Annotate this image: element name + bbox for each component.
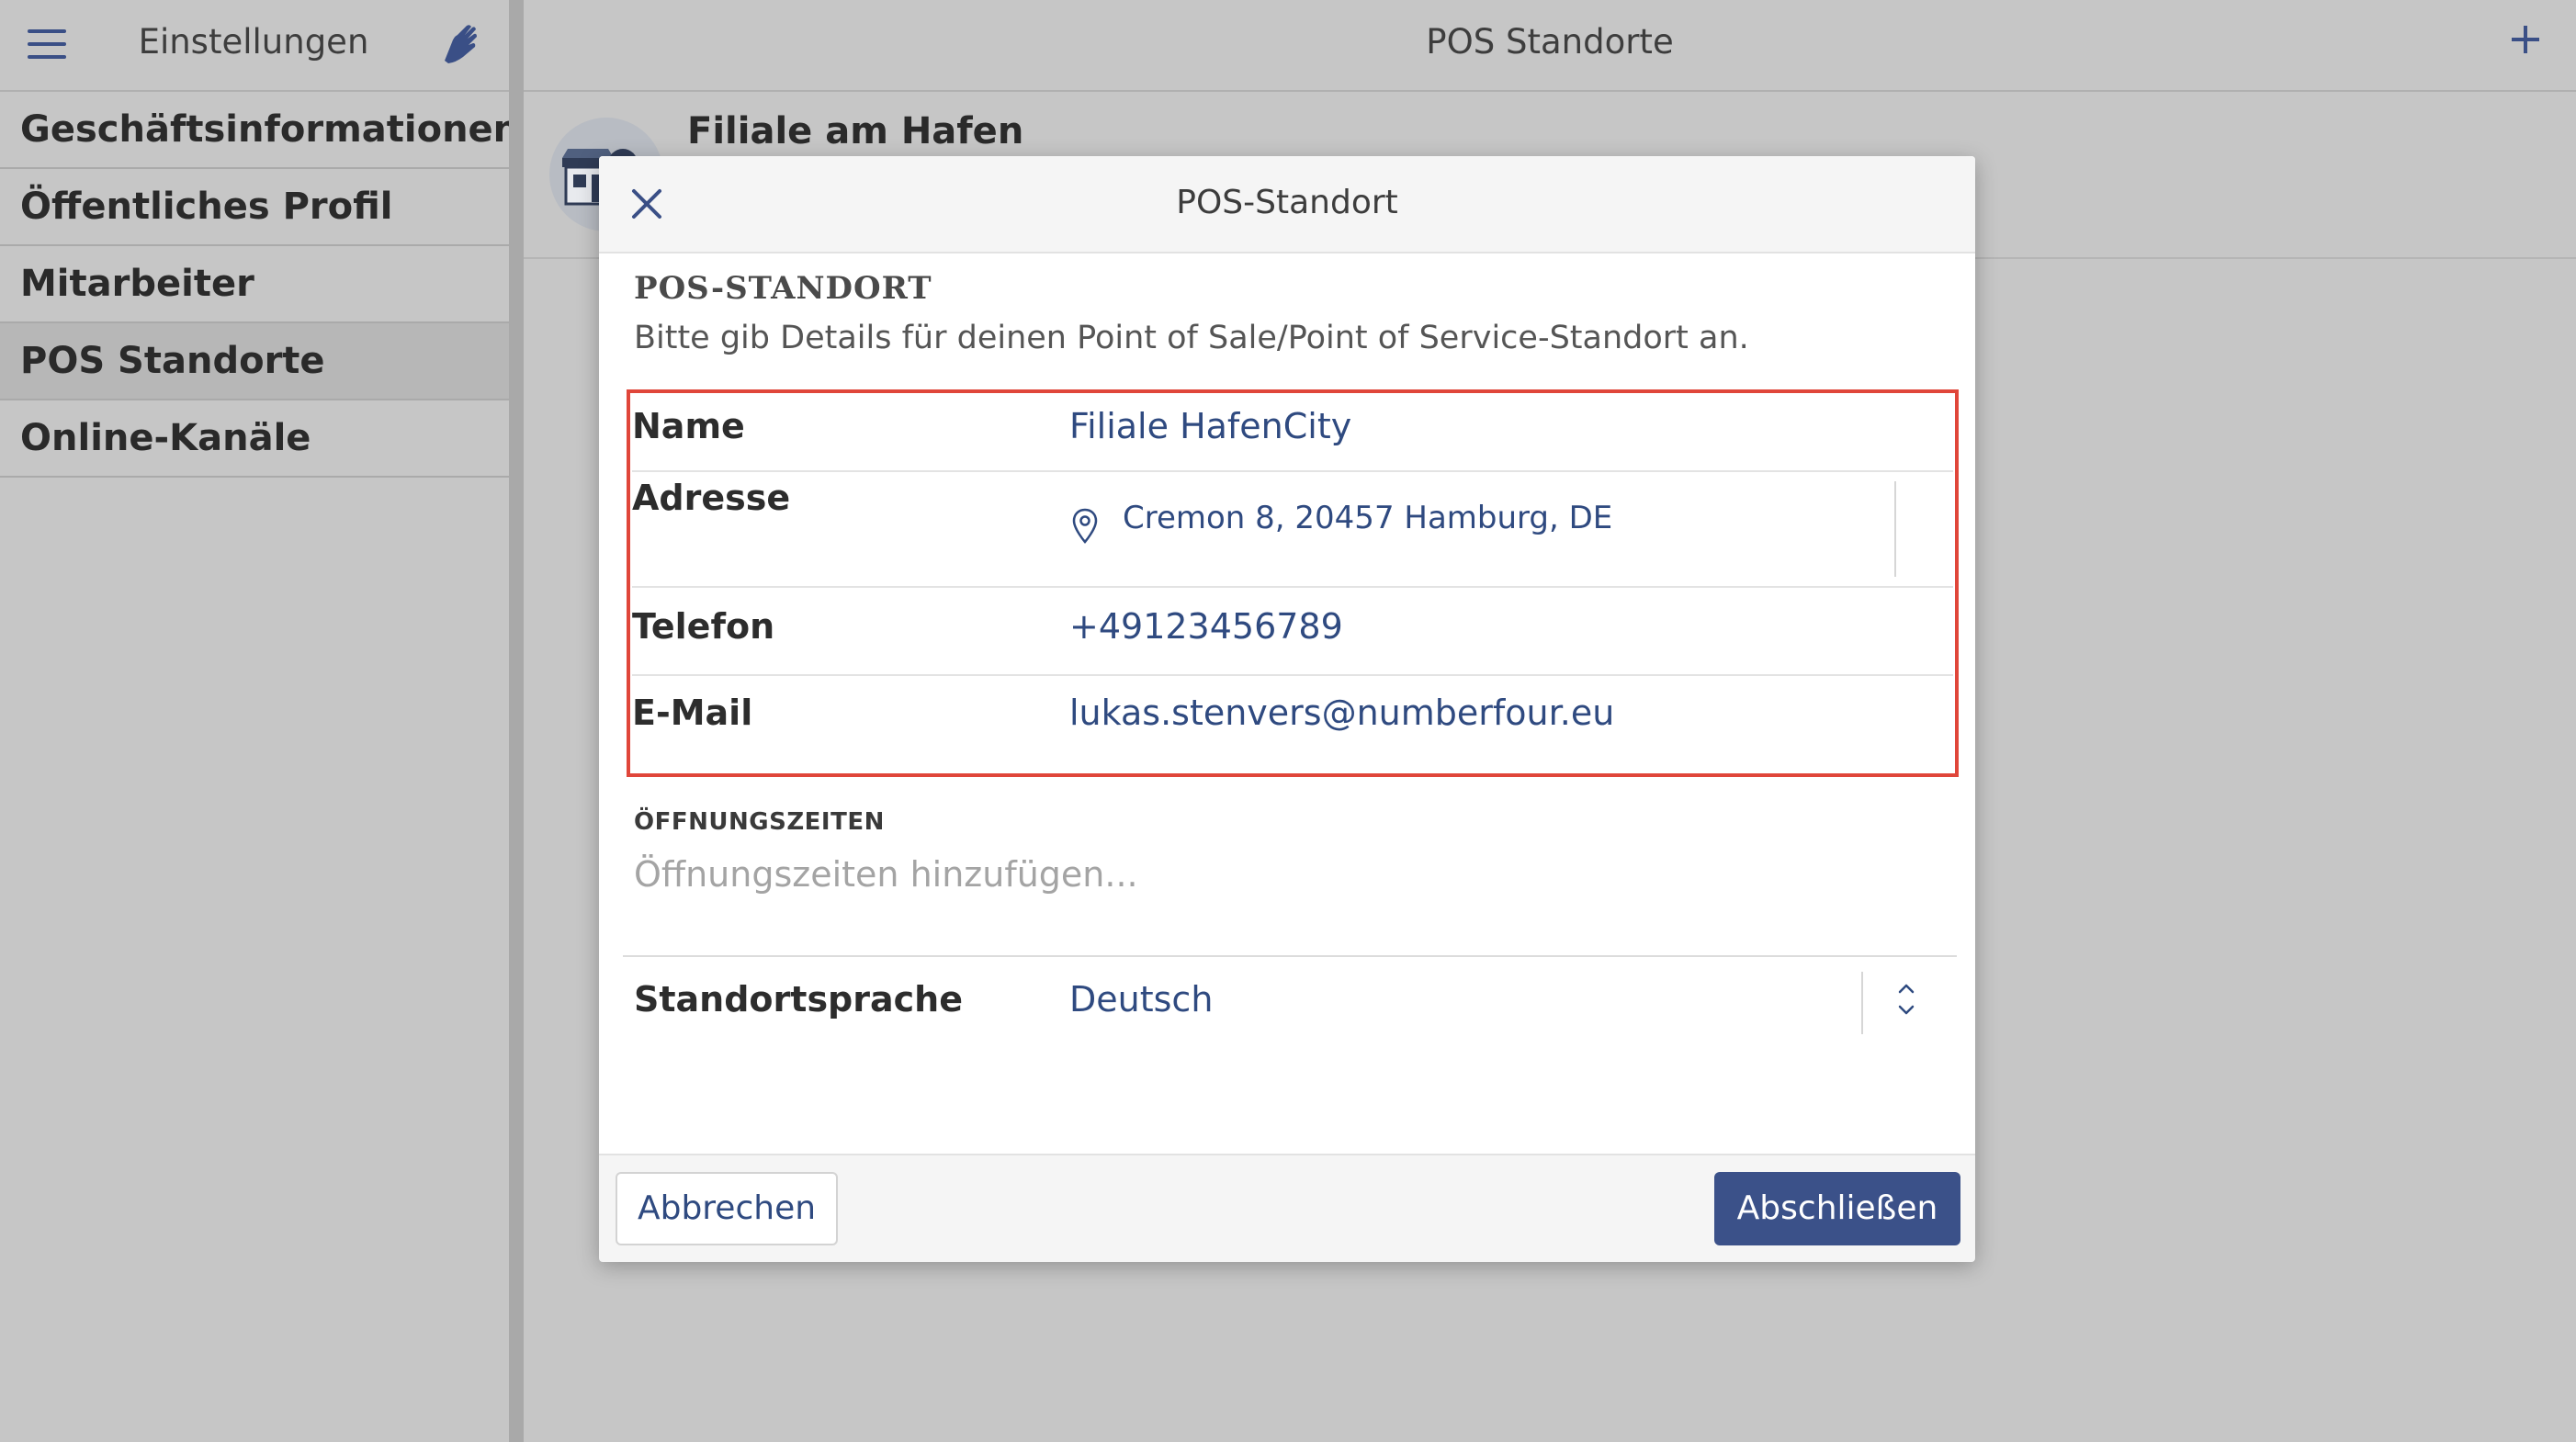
chevron-up-down-icon[interactable] [1894,975,1918,1023]
dialog-title: POS-Standort [1176,184,1398,221]
divider [623,955,1957,957]
hand-logo-icon [445,25,477,63]
finish-button[interactable]: Abschließen [1714,1172,1960,1245]
page-title: POS Standorte [1426,22,1674,62]
opening-hours-input[interactable]: Öffnungszeiten hinzufügen... [634,854,1920,895]
add-location-plus-icon[interactable] [2512,26,2539,53]
section-title: POS-STANDORT [634,270,932,307]
location-title: Filiale am Hafen [687,110,1024,152]
location-language-select[interactable]: Deutsch [1069,979,1213,1020]
sidebar-item-geschaeftsinformationen[interactable]: Geschäftsinformationen [0,92,509,169]
highlight-box [627,389,1959,777]
sidebar-item-online-kanaele[interactable]: Online-Kanäle [0,400,509,478]
language-separator [1861,972,1863,1034]
dialog-footer: Abbrechen Abschließen [599,1154,1975,1262]
sidebar-item-pos-standorte[interactable]: POS Standorte [0,323,509,400]
sidebar-item-oeffentliches-profil[interactable]: Öffentliches Profil [0,169,509,246]
hamburger-menu-icon[interactable] [28,29,66,59]
location-language-label: Standortsprache [634,979,963,1020]
cancel-button[interactable]: Abbrechen [616,1172,838,1245]
sidebar-list: Geschäftsinformationen Öffentliches Prof… [0,92,509,478]
pane-divider[interactable] [509,0,524,1442]
sidebar-title: Einstellungen [138,22,369,62]
opening-hours-label: ÖFFNUNGSZEITEN [634,808,885,836]
sidebar-item-mitarbeiter[interactable]: Mitarbeiter [0,246,509,323]
dialog-header: POS-Standort [599,156,1975,253]
section-description: Bitte gib Details für deinen Point of Sa… [634,320,1749,356]
main-header: POS Standorte [524,0,2576,92]
sidebar-header: Einstellungen [0,0,509,92]
pos-location-dialog: POS-Standort POS-STANDORT Bitte gib Deta… [599,156,1975,1262]
sidebar: Einstellungen Geschäftsinformationen Öff… [0,0,509,1442]
